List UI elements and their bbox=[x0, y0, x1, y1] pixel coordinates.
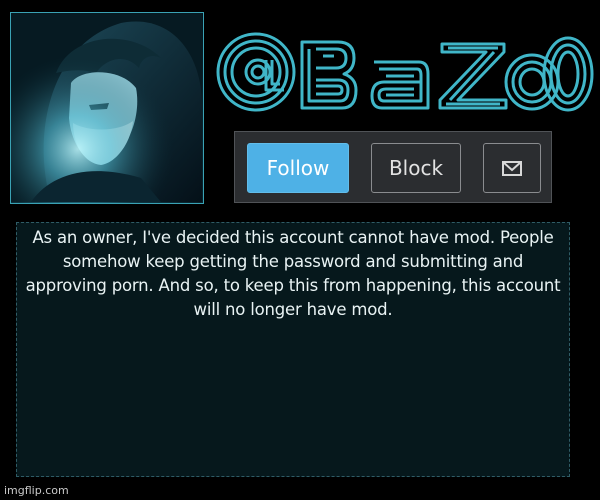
profile-avatar bbox=[10, 12, 204, 204]
letter-a bbox=[370, 60, 430, 110]
announcement-panel: As an owner, I've decided this account c… bbox=[16, 222, 570, 477]
envelope-icon bbox=[502, 160, 522, 176]
block-button[interactable]: Block bbox=[371, 143, 461, 193]
announcement-text: As an owner, I've decided this account c… bbox=[25, 228, 561, 319]
message-button[interactable] bbox=[483, 143, 541, 193]
letter-b bbox=[300, 40, 358, 110]
block-button-label: Block bbox=[388, 156, 444, 180]
profile-action-bar: Follow Block bbox=[234, 131, 552, 203]
follow-button-label: Follow bbox=[266, 156, 330, 180]
hooded-character-avatar-icon bbox=[11, 13, 202, 202]
at-glyph bbox=[216, 32, 296, 112]
letter-z bbox=[438, 42, 508, 110]
letter-o-2 bbox=[542, 36, 594, 112]
username-title bbox=[214, 22, 594, 118]
follow-button[interactable]: Follow bbox=[247, 143, 349, 193]
imgflip-watermark: imgflip.com bbox=[4, 484, 69, 497]
